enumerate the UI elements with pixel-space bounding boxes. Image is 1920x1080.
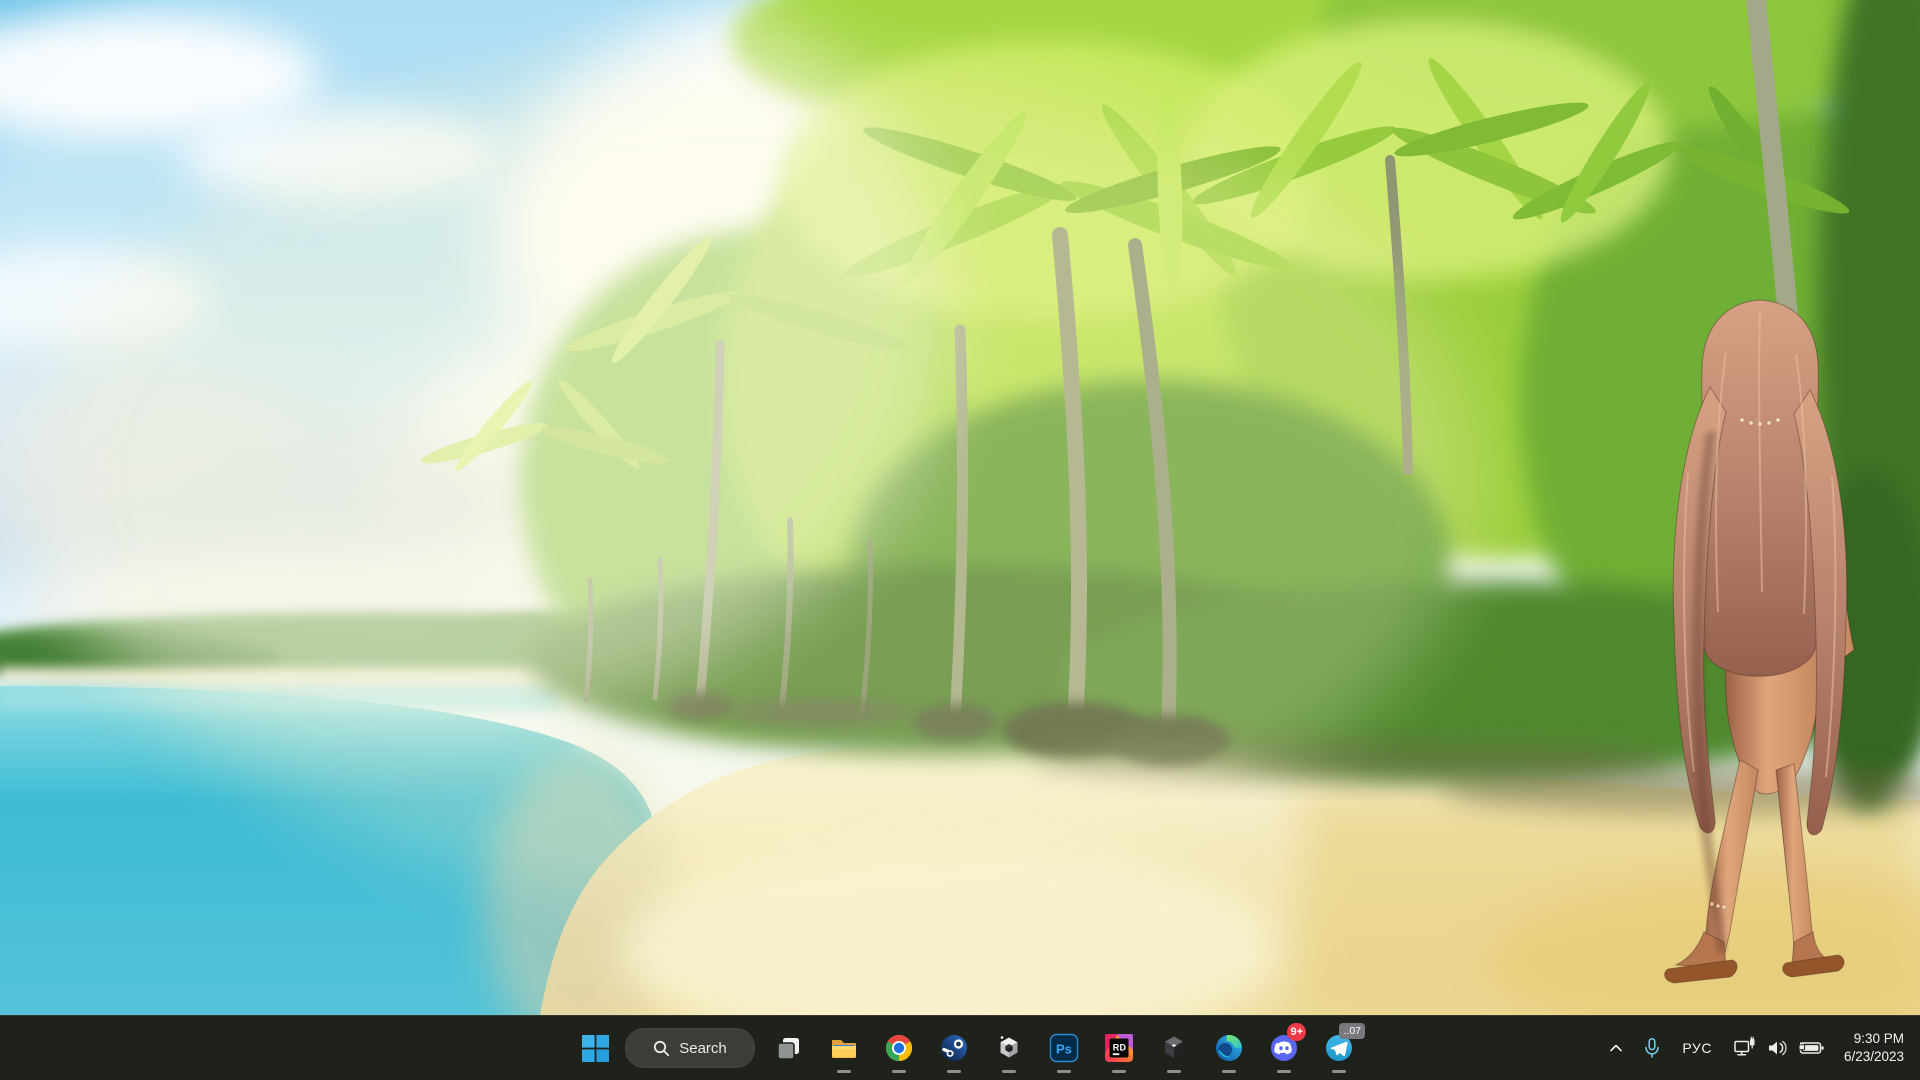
search-label: Search bbox=[679, 1040, 727, 1057]
running-indicator bbox=[1112, 1070, 1126, 1073]
running-indicator bbox=[1332, 1070, 1346, 1073]
running-indicator bbox=[1057, 1070, 1071, 1073]
taskbar-app-discord[interactable]: 9+ bbox=[1256, 1020, 1311, 1076]
microphone-icon bbox=[1640, 1036, 1664, 1060]
tray-language-indicator[interactable]: РУС bbox=[1670, 1027, 1724, 1069]
taskbar: Search bbox=[0, 1015, 1920, 1080]
mascot-right-sandal bbox=[1783, 955, 1844, 977]
taskbar-app-photoshop[interactable]: Ps bbox=[1036, 1020, 1091, 1076]
desktop-mascot-character[interactable] bbox=[1630, 292, 1910, 1014]
unity-hub-icon bbox=[994, 1033, 1024, 1063]
taskbar-app-unity-hub[interactable] bbox=[981, 1020, 1036, 1076]
tray-quick-settings[interactable] bbox=[1724, 1035, 1834, 1061]
taskbar-app-telegram[interactable]: ..07 bbox=[1311, 1020, 1366, 1076]
start-button[interactable] bbox=[571, 1020, 619, 1076]
discord-notification-badge: 9+ bbox=[1287, 1023, 1306, 1041]
taskbar-app-task-view[interactable] bbox=[761, 1020, 816, 1076]
edge-icon bbox=[1214, 1033, 1244, 1063]
chrome-icon bbox=[884, 1033, 914, 1063]
desktop: Search bbox=[0, 0, 1920, 1080]
taskbar-center-group: Search bbox=[571, 1016, 1366, 1080]
system-tray: РУС bbox=[1598, 1016, 1920, 1080]
photoshop-icon: Ps bbox=[1049, 1033, 1079, 1063]
taskbar-app-unity[interactable] bbox=[1146, 1020, 1201, 1076]
tray-clock[interactable]: 9:30 PM 6/23/2023 bbox=[1844, 1030, 1904, 1065]
windows-logo-icon bbox=[582, 1035, 609, 1062]
task-view-icon bbox=[775, 1035, 802, 1062]
search-box[interactable]: Search bbox=[625, 1028, 755, 1068]
tray-microphone-button[interactable] bbox=[1634, 1027, 1670, 1069]
taskbar-app-chrome[interactable] bbox=[871, 1020, 926, 1076]
mascot-right-leg bbox=[1776, 764, 1814, 954]
chevron-up-icon bbox=[1604, 1036, 1628, 1060]
photoshop-label: Ps bbox=[1056, 1042, 1072, 1057]
clock-date: 6/23/2023 bbox=[1844, 1048, 1904, 1066]
battery-charging-icon bbox=[1798, 1035, 1826, 1061]
running-indicator bbox=[892, 1070, 906, 1073]
running-indicator bbox=[837, 1070, 851, 1073]
file-explorer-icon bbox=[829, 1033, 859, 1063]
taskbar-app-edge[interactable] bbox=[1201, 1020, 1256, 1076]
rider-icon: RD bbox=[1104, 1033, 1134, 1063]
running-indicator bbox=[1222, 1070, 1236, 1073]
running-indicator bbox=[947, 1070, 961, 1073]
tray-overflow-button[interactable] bbox=[1598, 1027, 1634, 1069]
search-icon bbox=[653, 1040, 670, 1057]
unity-icon bbox=[1159, 1033, 1189, 1063]
clock-time: 9:30 PM bbox=[1844, 1030, 1904, 1048]
network-icon bbox=[1732, 1035, 1758, 1061]
warm-haze bbox=[40, 60, 1480, 900]
telegram-notification-badge: ..07 bbox=[1339, 1023, 1365, 1039]
running-indicator bbox=[1167, 1070, 1181, 1073]
volume-icon bbox=[1765, 1035, 1791, 1061]
taskbar-app-steam[interactable] bbox=[926, 1020, 981, 1076]
taskbar-app-file-explorer[interactable] bbox=[816, 1020, 871, 1076]
running-indicator bbox=[1277, 1070, 1291, 1073]
steam-icon bbox=[939, 1033, 969, 1063]
taskbar-app-rider[interactable]: RD bbox=[1091, 1020, 1146, 1076]
running-indicator bbox=[1002, 1070, 1016, 1073]
rider-label: RD bbox=[1112, 1043, 1126, 1053]
